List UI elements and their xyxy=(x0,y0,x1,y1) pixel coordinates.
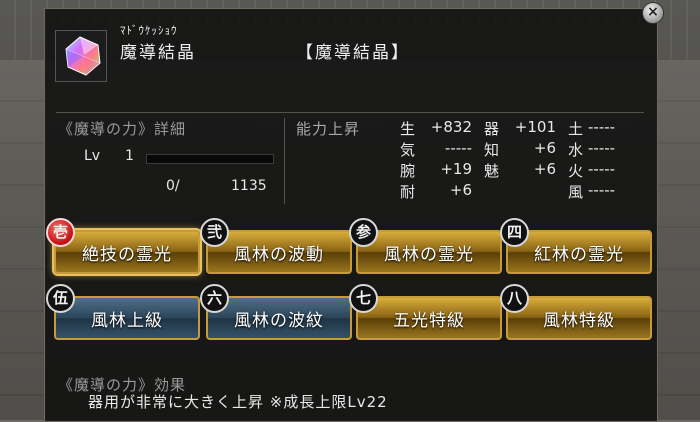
stat-label: 腕 xyxy=(400,162,416,180)
stat-label: 知 xyxy=(484,141,500,159)
skill-badge: 伍 xyxy=(46,284,75,313)
skill-badge: 七 xyxy=(349,284,378,313)
skill-button[interactable]: 絶技の霊光 xyxy=(54,230,200,274)
divider xyxy=(56,112,644,113)
stat-value: +6 xyxy=(533,160,556,178)
skill-label: 紅林の霊光 xyxy=(534,244,624,265)
stat-value: +6 xyxy=(533,139,556,157)
stat-value: +6 xyxy=(449,181,472,199)
experience-max: 1135 xyxy=(231,178,267,194)
stat-label: 耐 xyxy=(400,183,416,201)
stat-value: ----- xyxy=(588,118,616,136)
stat-label: 生 xyxy=(400,120,416,138)
stat-label: 魅 xyxy=(484,162,500,180)
stat-value: +19 xyxy=(440,160,472,178)
stat-value: ----- xyxy=(588,139,616,157)
skill-label: 絶技の霊光 xyxy=(82,244,172,265)
skill-button[interactable]: 風林の霊光 xyxy=(356,230,502,274)
skill-label: 五光特級 xyxy=(393,310,465,331)
item-category: 【魔導結晶】 xyxy=(296,43,410,63)
stat-label: 水 xyxy=(568,141,584,159)
item-name: 魔導結晶 xyxy=(120,43,196,63)
experience-bar xyxy=(146,154,274,164)
item-detail-panel xyxy=(44,8,658,422)
stat-label: 土 xyxy=(568,120,584,138)
stats-title: 能力上昇 xyxy=(296,120,361,138)
stat-label: 火 xyxy=(568,162,584,180)
stat-value: +832 xyxy=(430,118,472,136)
stat-value: ----- xyxy=(444,139,472,157)
stat-value: ----- xyxy=(588,181,616,199)
item-reading: ﾏﾄﾞｳｹｯｼｮｳ xyxy=(120,24,178,37)
skill-label: 風林特級 xyxy=(543,310,615,331)
details-title: 《魔導の力》詳細 xyxy=(58,120,187,138)
skill-label: 風林上級 xyxy=(91,310,163,331)
experience-current: 0/ xyxy=(166,178,180,194)
skill-button[interactable]: 風林上級 xyxy=(54,296,200,340)
close-button[interactable]: × xyxy=(642,2,664,24)
level-label: Lv xyxy=(84,148,101,164)
stat-value: +101 xyxy=(514,118,556,136)
stat-value: ----- xyxy=(588,160,616,178)
effect-description: 器用が非常に大きく上昇 ※成長上限Lv22 xyxy=(88,393,388,411)
skill-label: 風林の波動 xyxy=(234,244,324,265)
skill-badge: 参 xyxy=(349,218,378,247)
level-value: 1 xyxy=(125,148,134,164)
skill-badge: 四 xyxy=(500,218,529,247)
stat-label: 気 xyxy=(400,141,416,159)
skill-label: 風林の波紋 xyxy=(234,310,324,331)
skill-badge: 弐 xyxy=(200,218,229,247)
skill-button[interactable]: 五光特級 xyxy=(356,296,502,340)
stat-label: 器 xyxy=(484,120,500,138)
skill-label: 風林の霊光 xyxy=(384,244,474,265)
divider xyxy=(284,118,285,204)
skill-badge: 壱 xyxy=(46,218,75,247)
skill-badge: 八 xyxy=(500,284,529,313)
crystal-icon xyxy=(55,30,107,82)
stat-label: 風 xyxy=(568,183,584,201)
skill-badge: 六 xyxy=(200,284,229,313)
